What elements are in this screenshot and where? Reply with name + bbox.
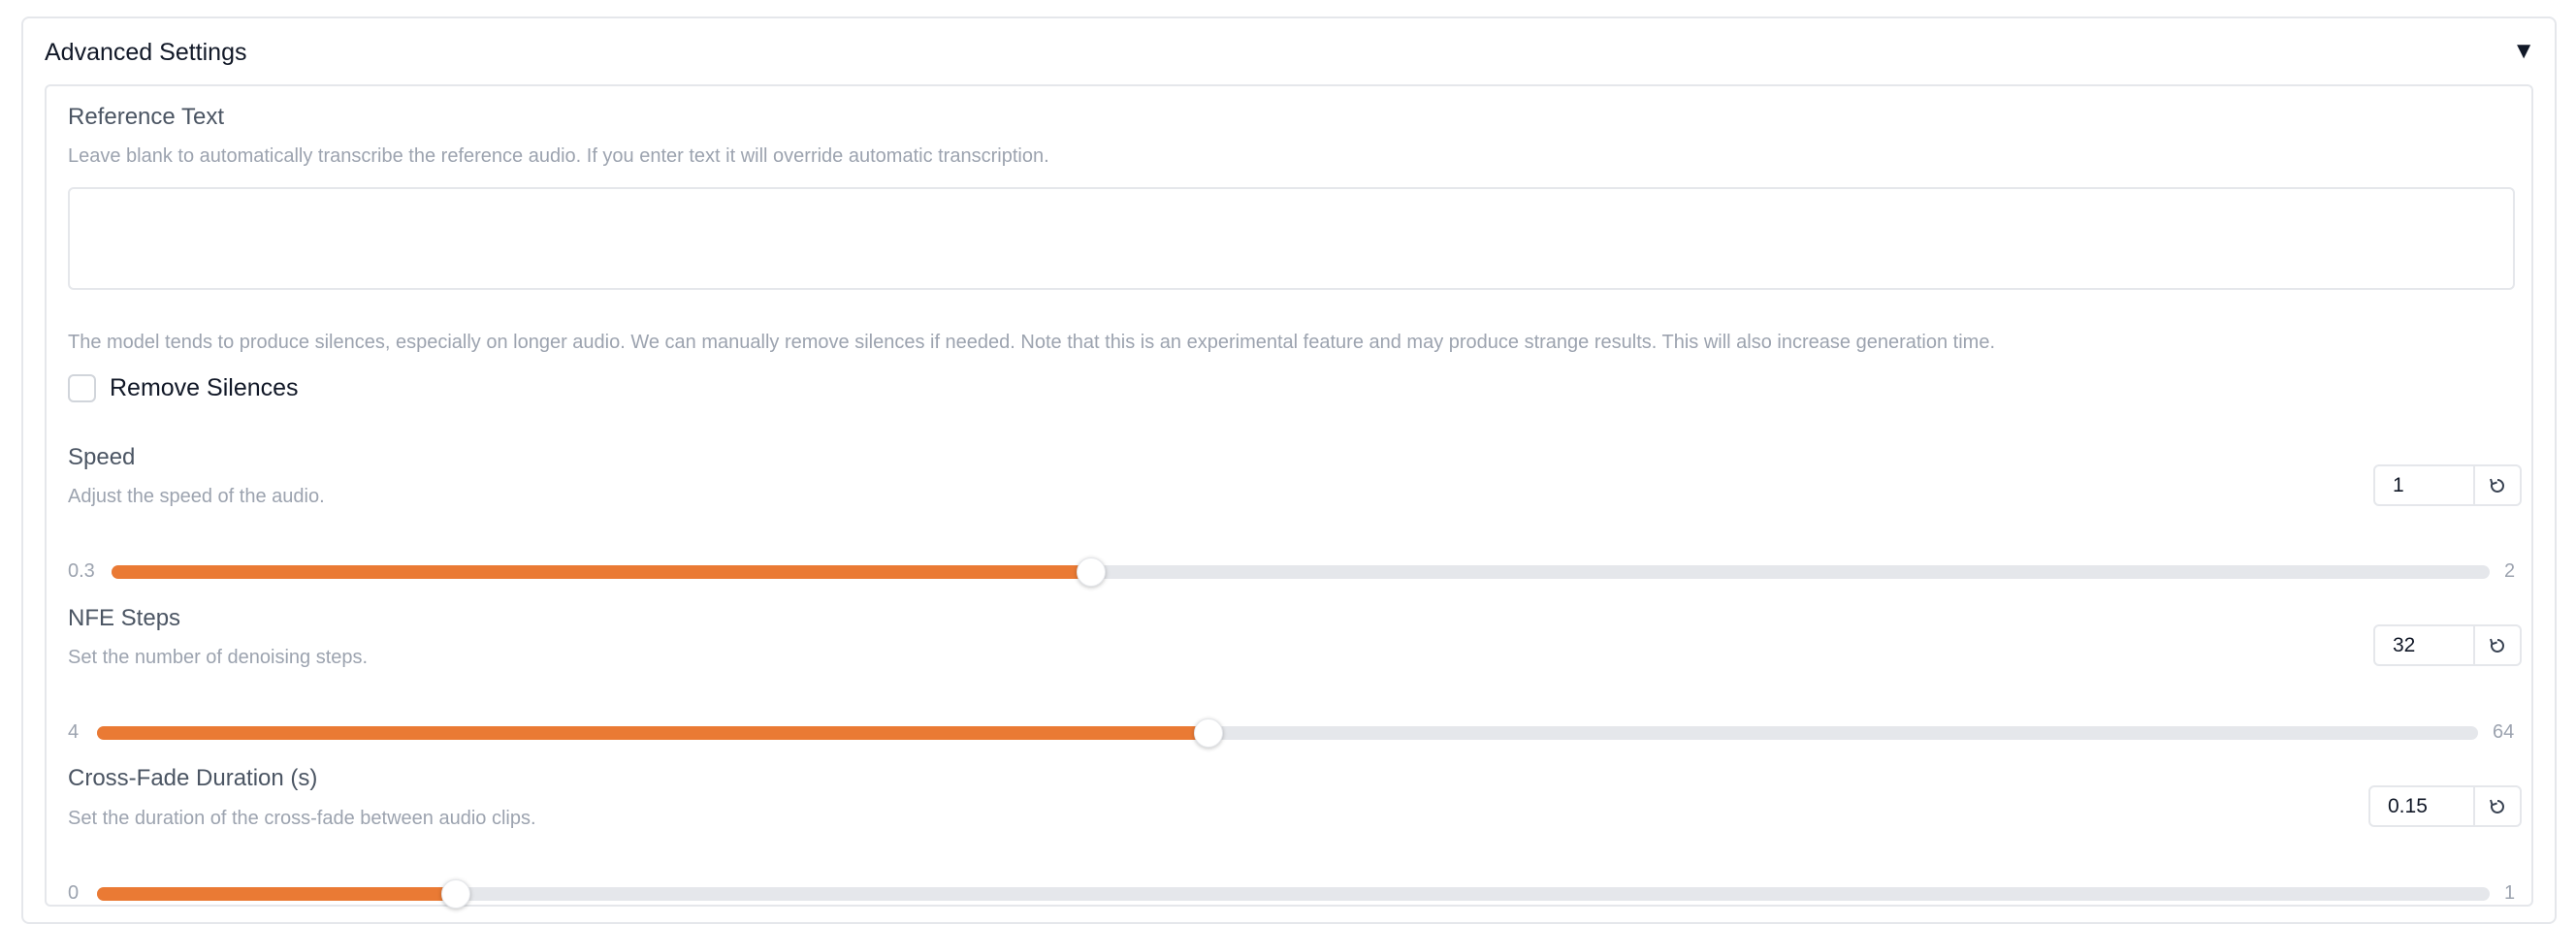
nfe-steps-number-box xyxy=(2373,624,2522,666)
cross-fade-slider-fill xyxy=(97,887,457,901)
reference-text-input[interactable] xyxy=(68,187,2515,290)
nfe-steps-max-label: 64 xyxy=(2493,721,2515,743)
cross-fade-slider[interactable] xyxy=(97,879,2490,909)
speed-slider-fill xyxy=(112,565,1091,579)
cross-fade-slider-thumb[interactable] xyxy=(441,879,471,909)
speed-slider-thumb[interactable] xyxy=(1076,558,1106,587)
nfe-steps-info: Set the number of denoising steps. xyxy=(68,647,369,668)
reset-icon[interactable] xyxy=(2473,466,2520,504)
speed-min-label: 0.3 xyxy=(68,560,95,582)
speed-number-box xyxy=(2373,464,2522,506)
speed-number-input[interactable] xyxy=(2375,466,2473,504)
accordion-title: Advanced Settings xyxy=(45,39,247,66)
triangle-down-icon[interactable]: ▼ xyxy=(2512,37,2535,66)
cross-fade-label: Cross-Fade Duration (s) xyxy=(68,765,318,791)
cross-fade-min-label: 0 xyxy=(68,882,80,904)
cross-fade-max-label: 1 xyxy=(2504,882,2516,904)
speed-label: Speed xyxy=(68,444,136,470)
nfe-steps-slider-fill xyxy=(97,726,1208,740)
reference-text-label: Reference Text xyxy=(68,104,224,130)
speed-max-label: 2 xyxy=(2504,560,2516,582)
speed-slider[interactable] xyxy=(112,558,2490,587)
cross-fade-number-input[interactable] xyxy=(2370,787,2473,825)
reset-icon[interactable] xyxy=(2473,626,2520,664)
nfe-steps-number-input[interactable] xyxy=(2375,626,2473,664)
nfe-steps-slider-thumb[interactable] xyxy=(1193,718,1223,748)
nfe-steps-min-label: 4 xyxy=(68,721,80,743)
remove-silences-info: The model tends to produce silences, esp… xyxy=(68,332,1996,353)
advanced-settings-accordion: Advanced Settings ▼ Reference Text Leave… xyxy=(21,16,2557,924)
cross-fade-info: Set the duration of the cross-fade betwe… xyxy=(68,808,536,829)
remove-silences-label: Remove Silences xyxy=(110,374,299,401)
cross-fade-number-box xyxy=(2368,785,2522,827)
remove-silences-checkbox[interactable] xyxy=(68,373,96,402)
reset-icon[interactable] xyxy=(2473,787,2520,825)
remove-silences-checkbox-row[interactable]: Remove Silences xyxy=(68,372,299,403)
nfe-steps-label: NFE Steps xyxy=(68,605,181,631)
accordion-body: Reference Text Leave blank to automatica… xyxy=(45,84,2533,909)
accordion-header[interactable]: Advanced Settings ▼ xyxy=(23,18,2555,84)
nfe-steps-slider[interactable] xyxy=(97,718,2478,748)
reference-text-info: Leave blank to automatically transcribe … xyxy=(68,145,1049,167)
speed-info: Adjust the speed of the audio. xyxy=(68,486,325,507)
